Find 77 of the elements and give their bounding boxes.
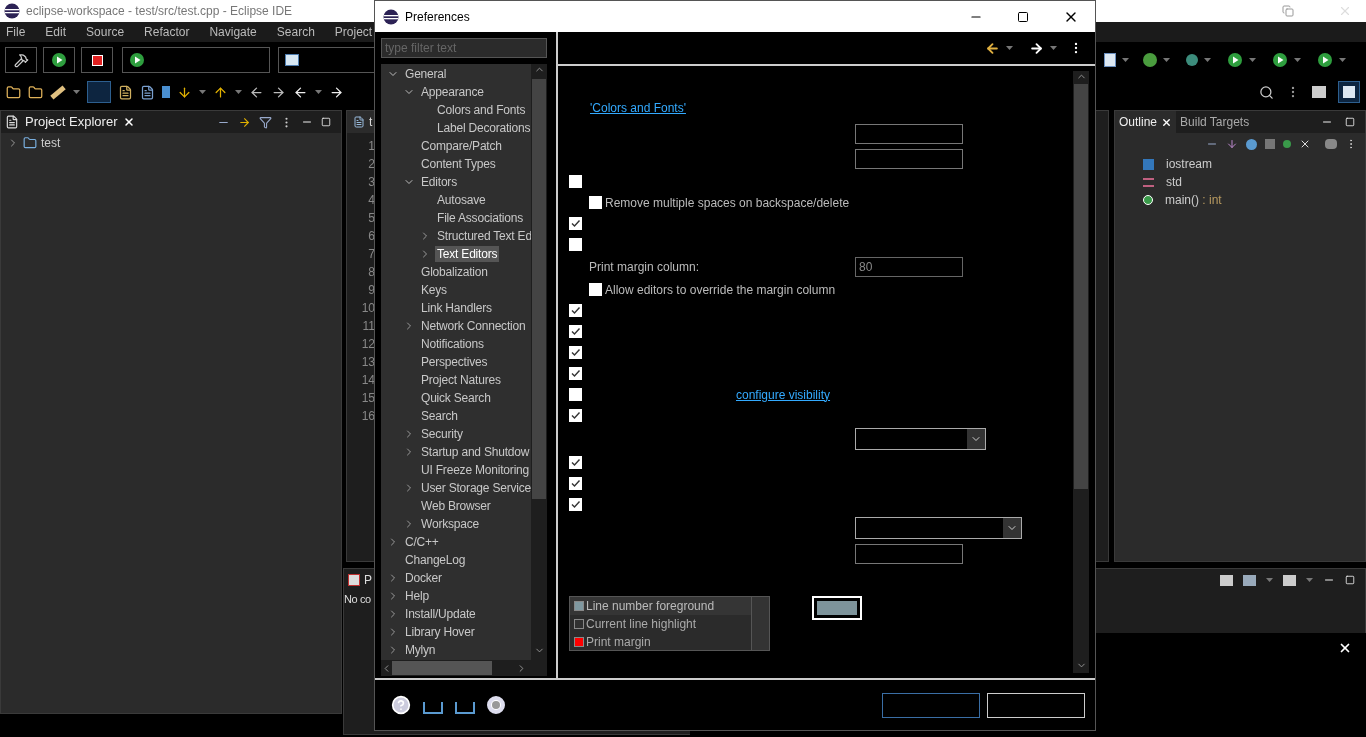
line-number: 11 [361, 318, 375, 335]
tree-item[interactable]: Help [403, 588, 431, 604]
menu-item[interactable]: Refactor [144, 23, 190, 41]
tree-item[interactable]: Compare/Patch [419, 138, 504, 154]
menu-item[interactable]: Source [86, 23, 125, 41]
tree-item[interactable]: UI Freeze Monitoring [419, 462, 532, 478]
menu-item[interactable]: File [6, 23, 26, 41]
tree-item[interactable]: File Associations [435, 210, 525, 226]
text-field[interactable]: 80 [855, 257, 963, 277]
filter-field[interactable]: type filter text [381, 38, 547, 58]
line-number: 4 [367, 192, 375, 209]
line-number: 2 [367, 156, 375, 173]
line-number: 3 [367, 174, 375, 191]
checkbox-label: Remove multiple spaces on backspace/delete [605, 194, 850, 212]
tree-item[interactable]: Web Browser [419, 498, 493, 514]
outline-item[interactable]: main() : int [1165, 191, 1222, 209]
line-number: 5 [367, 210, 375, 227]
tree-item[interactable]: Label Decorations [435, 120, 533, 136]
tree-item[interactable]: Quick Search [419, 390, 493, 406]
panel-message: No co [344, 592, 371, 607]
menu-item[interactable]: Project [334, 23, 373, 41]
tree-item[interactable]: Library Hover [403, 624, 477, 640]
line-number: 12 [360, 336, 375, 353]
tree-item[interactable]: Perspectives [419, 354, 490, 370]
tree-item[interactable]: Notifications [419, 336, 486, 352]
line-number: 6 [367, 228, 375, 245]
tree-item[interactable]: Editors [419, 174, 459, 190]
outline-item[interactable]: std [1166, 173, 1182, 191]
line-number: 15 [360, 390, 375, 407]
line-number: 14 [360, 372, 375, 389]
line-number: 7 [367, 246, 375, 263]
tree-item[interactable]: Startup and Shutdow [419, 444, 532, 460]
configure-visibility-link[interactable]: configure visibility [736, 385, 831, 404]
tree-item[interactable]: Install/Update [403, 606, 478, 622]
line-number: 9 [367, 282, 375, 299]
checkbox-label: Allow editors to override the margin column [605, 281, 836, 299]
tree-item[interactable]: Network Connection [419, 318, 528, 334]
tree-item[interactable]: General [403, 66, 449, 82]
line-number: 1 [367, 138, 375, 155]
tree-item[interactable]: Globalization [419, 264, 490, 280]
menu-item[interactable]: Navigate [209, 23, 257, 41]
tree-item[interactable]: test [41, 134, 61, 152]
color-list-item[interactable]: Print margin [570, 633, 751, 651]
menu-item[interactable]: Edit [45, 23, 67, 41]
window-title: eclipse-workspace - test/src/test.cpp - Eclipse IDE [26, 3, 293, 20]
editor-tab[interactable]: t [369, 113, 373, 131]
tree-item[interactable]: Project Natures [419, 372, 503, 388]
tree-item[interactable]: Text Editors [435, 246, 500, 262]
tree-item[interactable]: Docker [403, 570, 444, 586]
tab[interactable]: Outline [1115, 111, 1177, 133]
panel-tab[interactable]: P [364, 571, 372, 589]
tree-item[interactable]: Keys [419, 282, 449, 298]
tab[interactable]: Build Targets [1176, 111, 1254, 133]
tree-item[interactable]: ChangeLog [403, 552, 468, 568]
line-number: 16 [360, 408, 375, 425]
color-list-item[interactable]: Current line highlight [570, 615, 751, 633]
tree-item[interactable]: Link Handlers [419, 300, 494, 316]
tree-item[interactable]: Structured Text Ed [435, 228, 534, 244]
colors-fonts-link[interactable]: 'Colors and Fonts' [590, 99, 686, 117]
line-number: 10 [360, 300, 375, 317]
field-label: Print margin column: [589, 259, 701, 276]
tree-item[interactable]: Content Types [419, 156, 498, 172]
tree-item[interactable]: Security [419, 426, 465, 442]
tree-item[interactable]: Workspace [419, 516, 481, 532]
tree-item[interactable]: Search [419, 408, 460, 424]
tree-item[interactable]: Autosave [435, 192, 488, 208]
outline-item[interactable]: iostream [1166, 155, 1212, 173]
tree-item[interactable]: C/C++ [403, 534, 441, 550]
dialog-title: Preferences [405, 8, 470, 26]
line-number: 8 [367, 264, 375, 281]
tree-item[interactable]: Mylyn [403, 642, 438, 658]
tree-item[interactable]: Appearance [419, 84, 486, 100]
menu-item[interactable]: Search [276, 23, 315, 41]
color-list-item[interactable]: Line number foreground [570, 597, 751, 615]
tree-item[interactable]: Colors and Fonts [435, 102, 528, 118]
tree-item[interactable]: User Storage Service [419, 480, 534, 496]
line-number: 13 [360, 354, 375, 371]
